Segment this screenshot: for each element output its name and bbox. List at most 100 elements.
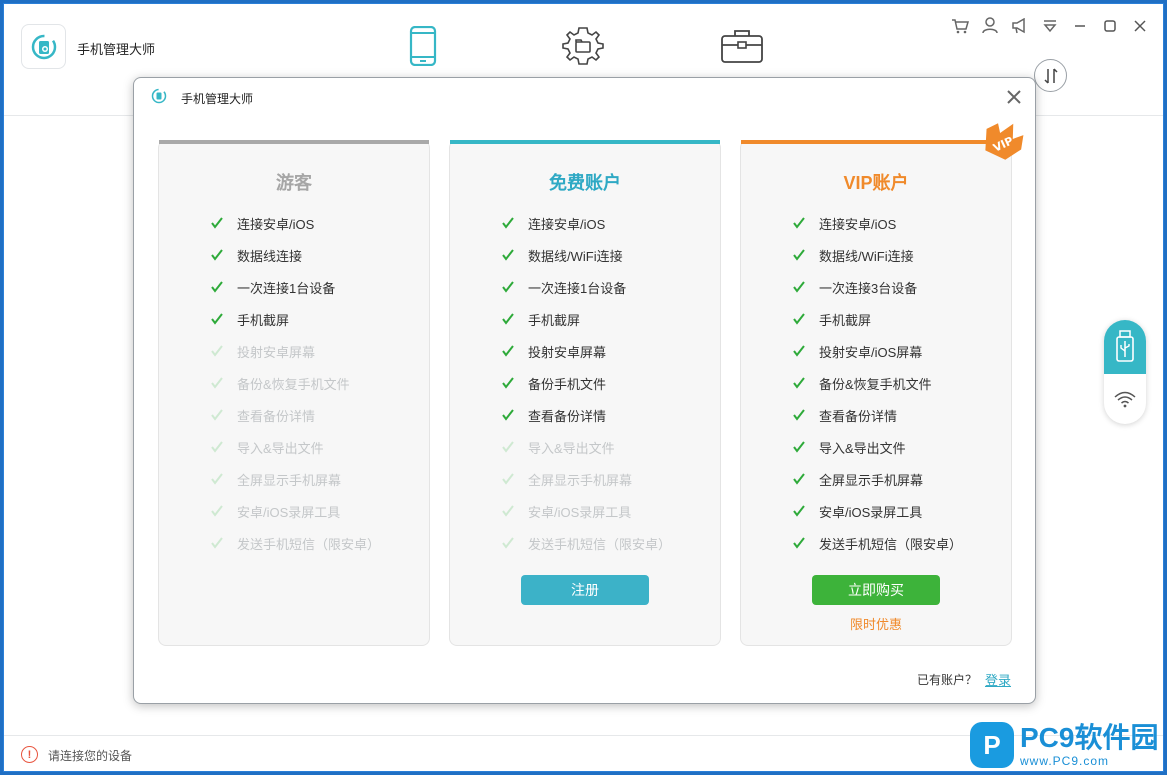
have-account-text: 已有账户？ <box>916 673 977 687</box>
feature-label: 备份&恢复手机文件 <box>237 376 350 392</box>
app-window: 手机管理大师 ! 请连接您的设备 手机管理大师 游客 连接安卓/iOS 数据线连… <box>3 3 1164 772</box>
check-icon <box>502 249 528 261</box>
card-accent-bar <box>159 140 429 144</box>
connect-widget <box>1104 320 1146 424</box>
vip-plan-card: VIP VIP账户 连接安卓/iOS 数据线/WiFi连接 一次连接3台设备 手机截屏… <box>740 123 1024 646</box>
card-title: 免费账户 <box>549 173 621 193</box>
feature-label: 手机截屏 <box>528 312 581 328</box>
close-icon[interactable] <box>1130 16 1149 35</box>
check-icon <box>502 505 528 517</box>
feature-label: 备份手机文件 <box>528 376 607 392</box>
feature-item: 发送手机短信（限安卓） <box>211 527 380 559</box>
feature-label: 安卓/iOS录屏工具 <box>528 504 632 520</box>
check-icon <box>502 409 528 421</box>
watermark-sub: www.PC9.com <box>1020 753 1110 768</box>
check-icon <box>502 281 528 293</box>
feature-label: 全屏显示手机屏幕 <box>237 472 342 488</box>
feature-item: 一次连接3台设备 <box>793 271 962 303</box>
gear-folder-icon[interactable] <box>561 24 605 68</box>
feature-item: 导入&导出文件 <box>211 431 380 463</box>
check-icon <box>211 249 237 261</box>
check-icon <box>793 473 819 485</box>
feature-item: 连接安卓/iOS <box>211 207 380 239</box>
menu-icon[interactable] <box>1040 16 1059 35</box>
guest-plan-card: 游客 连接安卓/iOS 数据线连接 一次连接1台设备 手机截屏 投射安卓屏幕 备份&恢复手… <box>158 140 430 646</box>
feature-label: 数据线/WiFi连接 <box>819 248 914 264</box>
check-icon <box>502 537 528 549</box>
feature-label: 手机截屏 <box>237 312 290 328</box>
check-icon <box>211 313 237 325</box>
promo-text: 限时优惠 <box>849 617 902 632</box>
feature-item: 备份&恢复手机文件 <box>793 367 962 399</box>
maximize-icon[interactable] <box>1100 16 1119 35</box>
app-logo-icon <box>21 24 66 69</box>
feature-label: 投射安卓屏幕 <box>237 344 316 360</box>
feature-label: 导入&导出文件 <box>819 440 906 456</box>
feature-label: 导入&导出文件 <box>528 440 615 456</box>
check-icon <box>793 281 819 293</box>
watermark-main: PC9软件园 <box>1020 721 1159 753</box>
check-icon <box>211 377 237 389</box>
feature-item: 发送手机短信（限安卓） <box>502 527 671 559</box>
card-title: 游客 <box>276 173 312 193</box>
phone-icon[interactable] <box>408 24 438 68</box>
feature-item: 查看备份详情 <box>793 399 962 431</box>
check-icon <box>793 345 819 357</box>
cart-icon[interactable] <box>950 16 969 35</box>
feature-label: 连接安卓/iOS <box>237 216 315 232</box>
feature-label: 查看备份详情 <box>237 408 316 424</box>
feature-label: 发送手机短信（限安卓） <box>819 536 963 552</box>
feature-label: 发送手机短信（限安卓） <box>528 536 672 552</box>
feature-item: 投射安卓屏幕 <box>502 335 671 367</box>
check-icon <box>211 217 237 229</box>
megaphone-icon[interactable] <box>1010 16 1029 35</box>
feature-label: 备份&恢复手机文件 <box>819 376 932 392</box>
window-controls <box>950 16 1149 35</box>
card-title: VIP账户 <box>843 173 909 193</box>
feature-label: 数据线连接 <box>237 248 303 264</box>
check-icon <box>502 345 528 357</box>
check-icon <box>502 313 528 325</box>
feature-item: 一次连接1台设备 <box>502 271 671 303</box>
check-icon <box>502 473 528 485</box>
feature-label: 一次连接3台设备 <box>819 280 918 296</box>
check-icon <box>211 281 237 293</box>
feature-item: 导入&导出文件 <box>502 431 671 463</box>
dialog-close-icon[interactable] <box>1003 86 1025 108</box>
transfer-icon[interactable] <box>1034 59 1067 92</box>
user-icon[interactable] <box>980 16 999 35</box>
buy-now-button[interactable]: 立即购买 <box>812 575 940 605</box>
register-button[interactable]: 注册 <box>521 575 649 605</box>
feature-item: 备份手机文件 <box>502 367 671 399</box>
feature-label: 导入&导出文件 <box>237 440 324 456</box>
feature-label: 手机截屏 <box>819 312 872 328</box>
feature-label: 数据线/WiFi连接 <box>528 248 623 264</box>
feature-item: 数据线/WiFi连接 <box>793 239 962 271</box>
check-icon <box>211 409 237 421</box>
feature-item: 发送手机短信（限安卓） <box>793 527 962 559</box>
feature-label: 查看备份详情 <box>528 408 607 424</box>
feature-item: 全屏显示手机屏幕 <box>502 463 671 495</box>
dialog-footer: 已有账户？ 登录 <box>917 670 1011 689</box>
minimize-icon[interactable] <box>1070 16 1089 35</box>
feature-item: 查看备份详情 <box>502 399 671 431</box>
status-text: 请连接您的设备 <box>48 749 133 763</box>
check-icon <box>502 377 528 389</box>
check-icon <box>793 409 819 421</box>
feature-label: 连接安卓/iOS <box>528 216 606 232</box>
feature-item: 数据线/WiFi连接 <box>502 239 671 271</box>
login-link[interactable]: 登录 <box>985 670 1011 689</box>
watermark-badge: P <box>970 722 1014 768</box>
wifi-icon[interactable] <box>1104 374 1146 424</box>
check-icon <box>211 441 237 453</box>
warning-icon: ! <box>21 746 38 763</box>
watermark-text: PC9软件园 www.PC9.com <box>1020 721 1159 768</box>
dialog-logo-icon <box>151 88 167 104</box>
feature-item: 手机截屏 <box>502 303 671 335</box>
feature-list: 连接安卓/iOS 数据线/WiFi连接一次连接1台设备手机截屏投射安卓屏幕备份手机… <box>502 207 671 559</box>
usb-icon[interactable] <box>1104 320 1146 374</box>
feature-list: 连接安卓/iOS 数据线连接 一次连接1台设备 手机截屏 投射安卓屏幕 备份&恢复手机文件… <box>211 207 380 559</box>
app-title: 手机管理大师 <box>77 42 156 57</box>
toolbox-icon[interactable] <box>720 24 764 68</box>
feature-item: 安卓/iOS录屏工具 <box>502 495 671 527</box>
